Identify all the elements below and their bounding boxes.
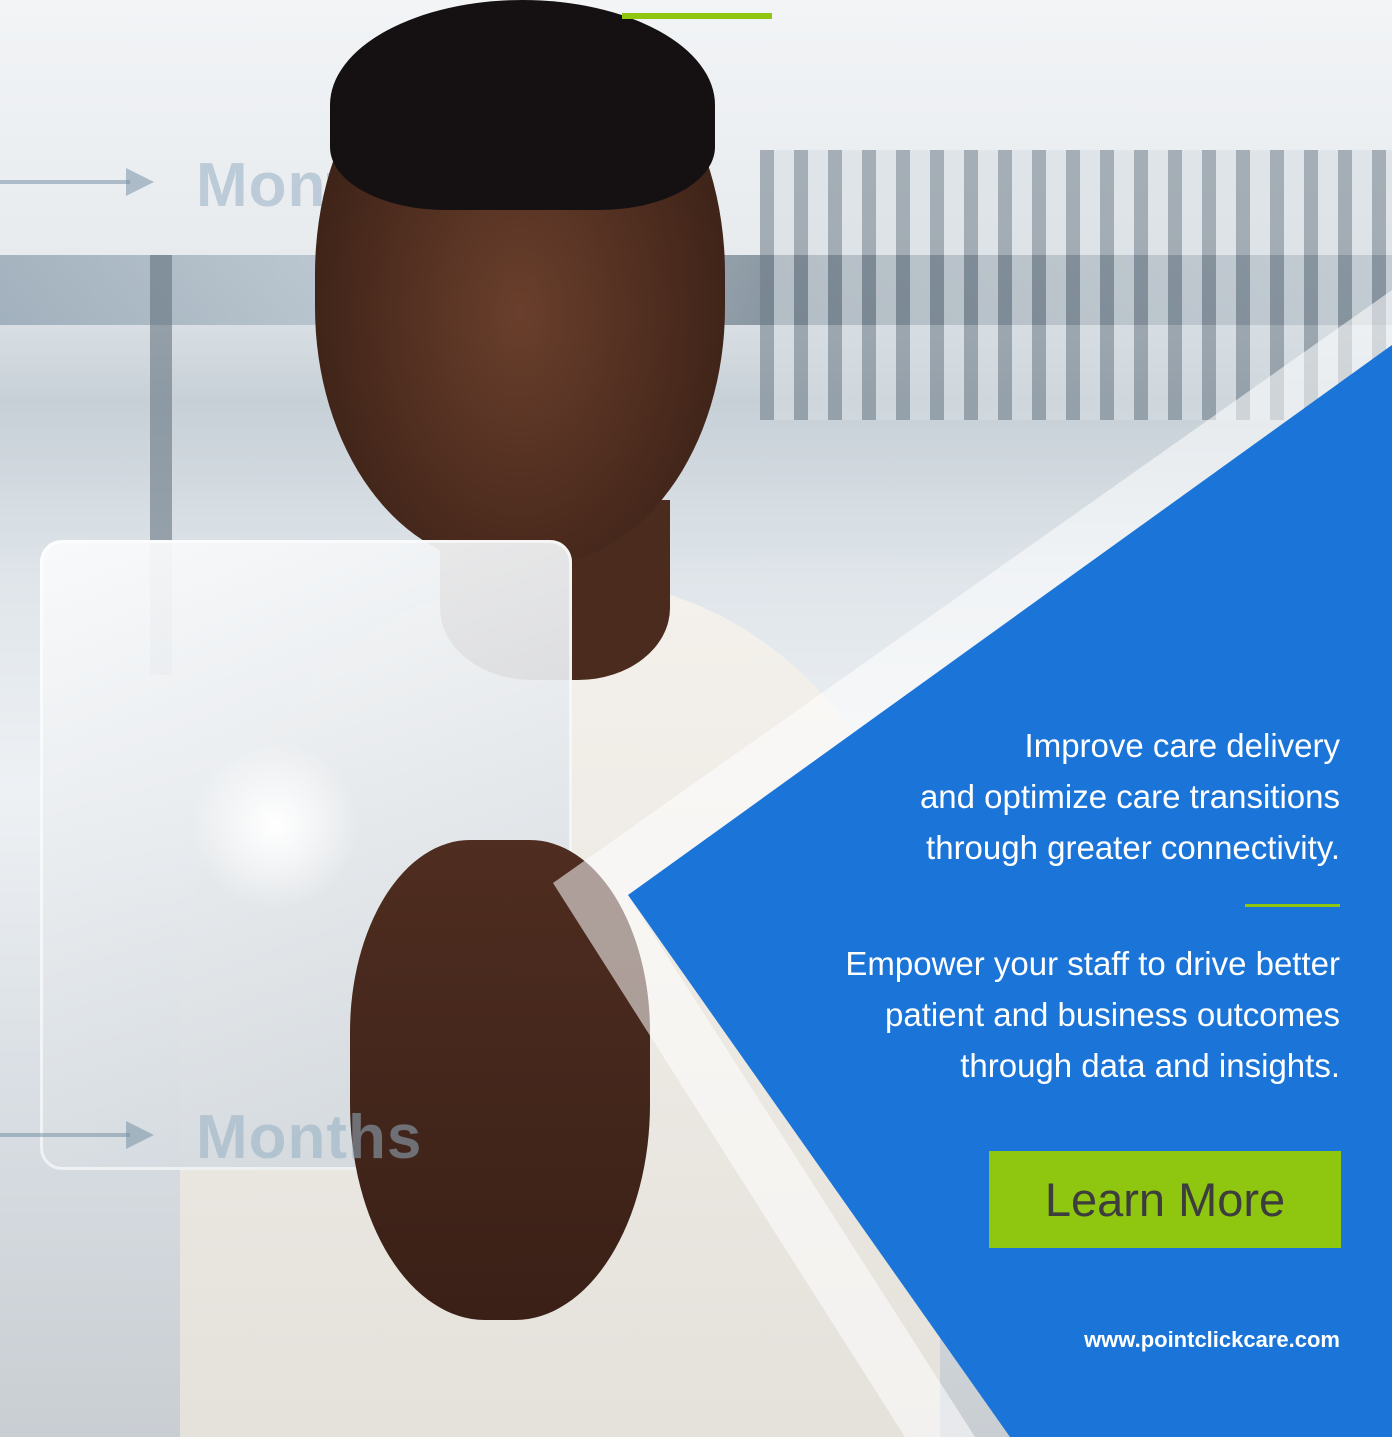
value-proposition-insights: Empower your staff to drive better patie… [845, 945, 1340, 1084]
learn-more-button[interactable]: Learn More [989, 1151, 1341, 1248]
section-divider [1245, 904, 1340, 907]
website-link[interactable]: www.pointclickcare.com [1084, 1327, 1340, 1353]
value-proposition-connectivity: Improve care delivery and optimize care … [919, 727, 1340, 866]
top-accent-bar [622, 13, 772, 19]
